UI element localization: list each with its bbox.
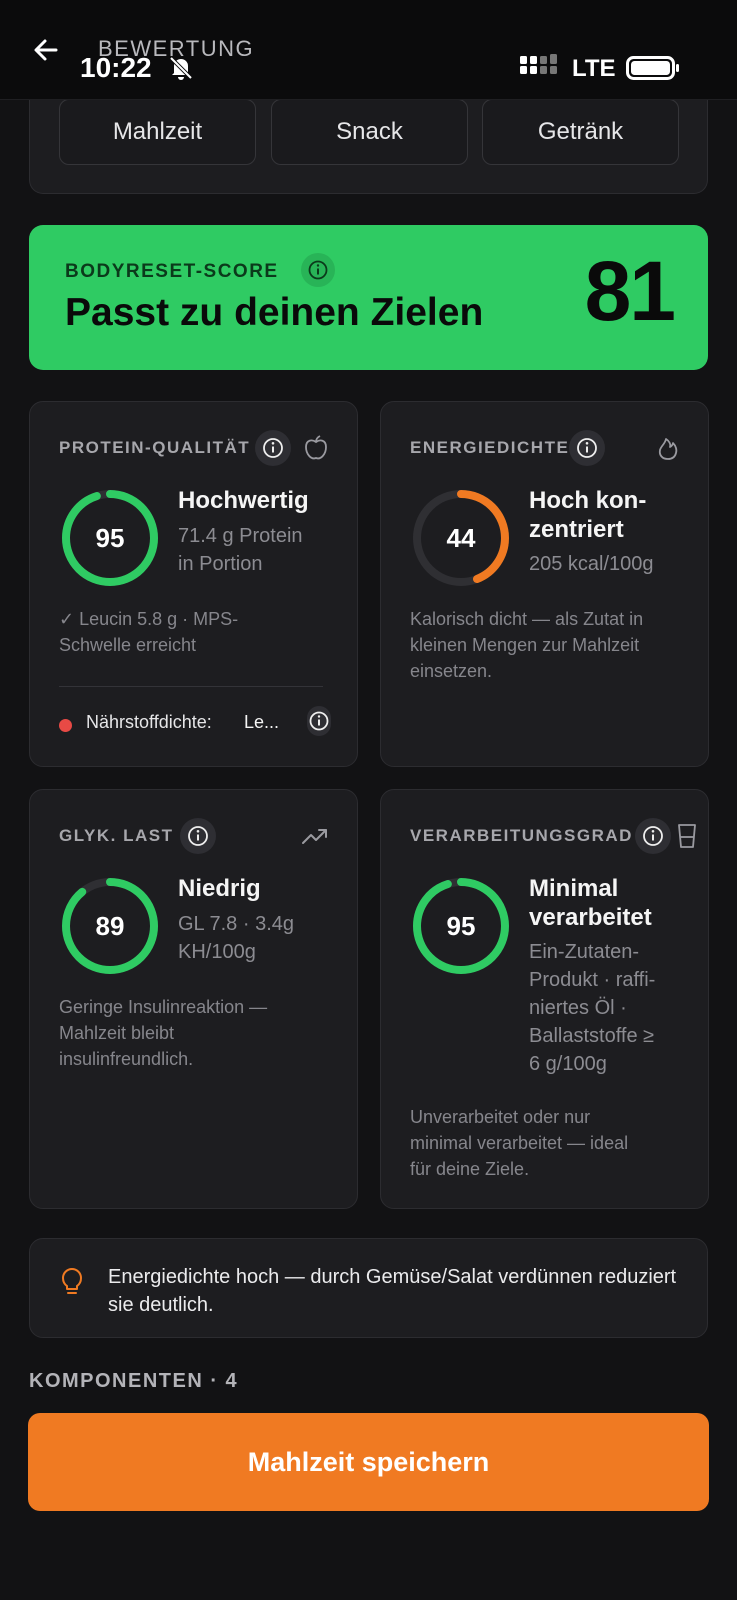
processing-label: VERARBEITUNGSGRAD bbox=[410, 826, 633, 845]
meal-type-snack-button[interactable]: Snack bbox=[271, 99, 468, 165]
processing-title-2: verarbeitet bbox=[529, 904, 652, 931]
energy-desc-2: kleinen Mengen zur Mahlzeit bbox=[410, 635, 640, 655]
components-header: KOMPONENTEN · 4 bbox=[29, 1370, 239, 1392]
energy-desc-3: einsetzen. bbox=[410, 661, 493, 681]
energy-desc-1: Kalorisch dicht — als Zutat in bbox=[410, 609, 644, 629]
protein-subtitle-2: in Portion bbox=[178, 553, 263, 575]
glycemic-load-card: GLYK. LAST 89 Niedrig GL 7.8 · 3.4g KH/1… bbox=[29, 789, 358, 1209]
energy-subtitle: 205 kcal/100g bbox=[529, 553, 654, 575]
lightbulb-icon bbox=[62, 1268, 82, 1294]
apple-icon bbox=[305, 435, 327, 460]
glass-icon bbox=[678, 824, 696, 848]
protein-desc-1: ✓ Leucin 5.8 g · MPS- bbox=[59, 609, 239, 629]
energy-density-card: ENERGIEDICHTE 44 Hoch kon- zentriert 205… bbox=[380, 401, 709, 767]
processing-title-1: Minimal bbox=[529, 875, 619, 902]
nutrient-density-label: Nährstoffdichte: bbox=[86, 712, 212, 732]
glyk-score-ring: 89 bbox=[58, 874, 162, 978]
trending-up-icon bbox=[302, 829, 327, 844]
signal-icon bbox=[520, 54, 557, 74]
protein-title: Hochwertig bbox=[178, 487, 309, 514]
glyk-label: GLYK. LAST bbox=[59, 826, 174, 845]
info-icon[interactable] bbox=[635, 818, 671, 854]
flame-icon bbox=[658, 438, 678, 460]
meal-type-mahlzeit-button[interactable]: Mahlzeit bbox=[59, 99, 256, 165]
battery-icon bbox=[626, 56, 679, 80]
info-icon[interactable] bbox=[307, 706, 331, 736]
protein-label: PROTEIN-QUALITÄT bbox=[59, 438, 251, 457]
protein-score-ring: 95 bbox=[58, 486, 162, 590]
glyk-desc-2: Mahlzeit bleibt bbox=[59, 1023, 175, 1043]
back-arrow-icon[interactable] bbox=[30, 34, 62, 66]
processing-desc-1: Unverarbeitet oder nur bbox=[410, 1107, 591, 1127]
energy-title-2: zentriert bbox=[529, 516, 624, 543]
processing-degree-card: VERARBEITUNGSGRAD 95 Minimal verarbeitet… bbox=[380, 789, 709, 1209]
protein-score-value: 95 bbox=[95, 522, 125, 553]
protein-quality-card: PROTEIN-QUALITÄT 95 Hochwertig 71.4 g Pr… bbox=[29, 401, 358, 767]
processing-subtitle-1: Ein-Zutaten- bbox=[529, 941, 640, 963]
energy-label: ENERGIEDICHTE bbox=[410, 438, 570, 457]
tip-card: Energiedichte hoch — durch Gemüse/Salat … bbox=[29, 1238, 708, 1338]
info-icon[interactable] bbox=[180, 818, 216, 854]
processing-subtitle-2: Produkt · raffi- bbox=[529, 969, 656, 991]
info-icon[interactable] bbox=[301, 253, 335, 287]
glyk-title: Niedrig bbox=[178, 875, 261, 902]
top-bar: BEWERTUNG 10:22 LTE bbox=[0, 0, 737, 100]
processing-desc-2: minimal verarbeitet — ideal bbox=[410, 1133, 629, 1153]
glyk-score-value: 89 bbox=[95, 910, 125, 941]
glyk-desc-1: Geringe Insulinreaktion — bbox=[59, 997, 268, 1017]
energy-score-value: 44 bbox=[446, 522, 476, 553]
bell-muted-icon bbox=[169, 56, 193, 80]
network-label: LTE bbox=[572, 55, 616, 82]
glyk-subtitle-2: KH/100g bbox=[178, 941, 256, 963]
status-dot bbox=[59, 719, 72, 732]
info-icon[interactable] bbox=[569, 430, 605, 466]
save-meal-button[interactable]: Mahlzeit speichern bbox=[28, 1413, 709, 1511]
processing-subtitle-5: 6 g/100g bbox=[529, 1053, 607, 1075]
score-title: Passt zu deinen Zielen bbox=[65, 291, 484, 334]
processing-score-value: 95 bbox=[446, 910, 476, 941]
status-time: 10:22 bbox=[80, 52, 152, 83]
divider bbox=[59, 686, 323, 687]
glyk-desc-3: insulinfreundlich. bbox=[59, 1049, 194, 1069]
glyk-subtitle-1: GL 7.8 · 3.4g bbox=[178, 913, 294, 935]
score-value: 81 bbox=[584, 244, 676, 338]
processing-score-ring: 95 bbox=[409, 874, 513, 978]
energy-title-1: Hoch kon- bbox=[529, 487, 647, 514]
meal-type-getraenk-button[interactable]: Getränk bbox=[482, 99, 679, 165]
protein-subtitle-1: 71.4 g Protein bbox=[178, 525, 303, 547]
processing-subtitle-4: Ballaststoffe ≥ bbox=[529, 1025, 655, 1047]
score-label: BODYRESET-SCORE bbox=[65, 261, 279, 282]
processing-subtitle-3: niertes Öl · bbox=[529, 997, 627, 1019]
info-icon[interactable] bbox=[255, 430, 291, 466]
energy-score-ring: 44 bbox=[409, 486, 513, 590]
bodyreset-score-card: BODYRESET-SCORE Passt zu deinen Zielen 8… bbox=[29, 225, 708, 370]
nutrient-density-value: Le... bbox=[244, 712, 280, 732]
processing-desc-3: für deine Ziele. bbox=[410, 1159, 530, 1179]
protein-desc-2: Schwelle erreicht bbox=[59, 635, 197, 655]
tip-text: Energiedichte hoch — durch Gemüse/Salat … bbox=[108, 1266, 677, 1316]
